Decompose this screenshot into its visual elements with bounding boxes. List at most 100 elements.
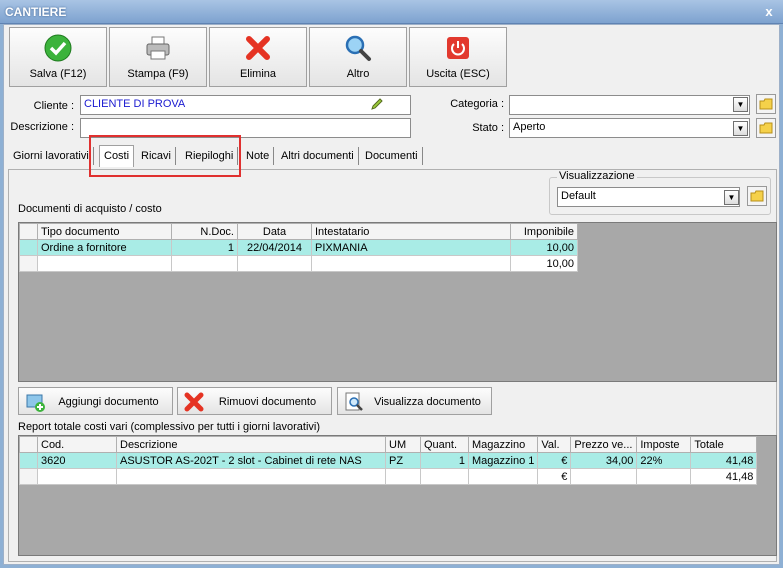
- add-document-button[interactable]: Aggiungi documento: [18, 387, 173, 415]
- total-empty-cell: [237, 255, 312, 272]
- exit-button[interactable]: Uscita (ESC): [409, 27, 507, 87]
- total-empty-cell: [37, 468, 117, 485]
- col-tipo-documento[interactable]: Tipo documento: [37, 223, 172, 240]
- visualizzazione-folder-icon[interactable]: [747, 186, 767, 206]
- categoria-dropdown-icon[interactable]: ▼: [733, 97, 748, 112]
- cell-quant[interactable]: 1: [420, 452, 469, 469]
- visualizzazione-select[interactable]: Default: [557, 187, 740, 207]
- col-prezzo-vendita[interactable]: Prezzo ve...: [570, 436, 638, 453]
- total-empty-cell: [420, 468, 469, 485]
- remove-icon: [184, 392, 204, 412]
- report-table: Cod. Descrizione UM Quant. Magazzino Val…: [19, 436, 758, 485]
- col-descrizione[interactable]: Descrizione: [116, 436, 386, 453]
- report-section-label: Report totale costi vari (complessivo pe…: [18, 421, 321, 433]
- stato-dropdown-icon[interactable]: ▼: [733, 121, 748, 136]
- col-data[interactable]: Data: [237, 223, 312, 240]
- row-indicator: [19, 468, 38, 485]
- delete-button[interactable]: Elimina: [209, 27, 307, 87]
- close-icon[interactable]: x: [761, 4, 777, 20]
- cell-imponibile[interactable]: 10,00: [510, 239, 578, 256]
- col-intestatario[interactable]: Intestatario: [311, 223, 511, 240]
- col-magazzino[interactable]: Magazzino: [467, 436, 539, 453]
- row-indicator: [19, 239, 38, 256]
- print-label: Stampa (F9): [127, 68, 189, 80]
- delete-icon: [246, 36, 270, 60]
- documents-table: Tipo documento N.Doc. Data Intestatario …: [19, 223, 578, 272]
- more-label: Altro: [346, 68, 370, 80]
- view-document-button[interactable]: Visualizza documento: [337, 387, 492, 415]
- main-window: Salva (F12) Stampa (F9) Elimina Altro Us…: [3, 24, 780, 565]
- tab-giorni-lavorativi[interactable]: Giorni lavorativi: [9, 147, 94, 165]
- descrizione-label: Descrizione :: [10, 121, 74, 133]
- more-button[interactable]: Altro: [309, 27, 407, 87]
- stato-value: Aperto: [513, 121, 546, 133]
- row-indicator: [19, 452, 38, 469]
- cell-tipo-documento[interactable]: Ordine a fornitore: [37, 239, 172, 256]
- total-empty-cell: [385, 468, 421, 485]
- total-empty-cell: [116, 468, 386, 485]
- stato-folder-icon[interactable]: [756, 118, 776, 138]
- col-quant[interactable]: Quant.: [420, 436, 469, 453]
- cell-totale[interactable]: 41,48: [690, 452, 758, 469]
- tab-note[interactable]: Note: [242, 147, 275, 165]
- cell-val[interactable]: €: [537, 452, 572, 469]
- tab-documenti[interactable]: Documenti: [361, 147, 423, 165]
- cell-intestatario[interactable]: PIXMANIA: [311, 239, 511, 256]
- total-empty-cell: [467, 468, 539, 485]
- view-document-label: Visualizza documento: [374, 396, 481, 408]
- print-button[interactable]: Stampa (F9): [109, 27, 207, 87]
- col-cod[interactable]: Cod.: [37, 436, 117, 453]
- categoria-folder-icon[interactable]: [756, 94, 776, 114]
- row-indicator: [19, 255, 38, 272]
- stato-label: Stato :: [472, 122, 504, 134]
- cell-um[interactable]: PZ: [385, 452, 421, 469]
- exit-label: Uscita (ESC): [426, 68, 490, 80]
- row-indicator: [19, 436, 38, 453]
- stato-select[interactable]: Aperto: [509, 118, 750, 138]
- col-imposte[interactable]: Imposte: [636, 436, 692, 453]
- power-icon: [447, 37, 469, 59]
- cell-prezzo-vendita[interactable]: 34,00: [570, 452, 638, 469]
- cell-descrizione[interactable]: ASUSTOR AS-202T - 2 slot - Cabinet di re…: [116, 452, 386, 469]
- visualizzazione-label: Visualizzazione: [557, 170, 637, 182]
- documents-total: 10,00: [510, 255, 578, 272]
- report-total-currency: €: [537, 468, 572, 485]
- remove-document-button[interactable]: Rimuovi documento: [177, 387, 332, 415]
- cell-imposte[interactable]: 22%: [636, 452, 692, 469]
- documents-section-label: Documenti di acquisto / costo: [18, 203, 162, 215]
- total-empty-cell: [636, 468, 692, 485]
- pencil-icon[interactable]: [370, 97, 384, 111]
- search-icon: [345, 35, 371, 61]
- window-title: CANTIERE: [5, 5, 67, 19]
- cliente-value: CLIENTE DI PROVA: [84, 98, 186, 110]
- report-grid: Cod. Descrizione UM Quant. Magazzino Val…: [18, 435, 777, 556]
- col-val[interactable]: Val.: [537, 436, 572, 453]
- total-empty-cell: [171, 255, 238, 272]
- tab-altri-documenti[interactable]: Altri documenti: [277, 147, 359, 165]
- report-total: 41,48: [690, 468, 758, 485]
- visualizzazione-dropdown-icon[interactable]: ▼: [724, 190, 739, 205]
- documents-header-row: Tipo documento N.Doc. Data Intestatario …: [19, 223, 578, 240]
- documents-total-row: 10,00: [19, 255, 578, 272]
- total-empty-cell: [570, 468, 638, 485]
- cell-data[interactable]: 22/04/2014: [237, 239, 312, 256]
- visualizzazione-value: Default: [561, 190, 596, 202]
- documents-grid: Tipo documento N.Doc. Data Intestatario …: [18, 222, 777, 382]
- remove-document-label: Rimuovi documento: [218, 396, 317, 408]
- col-totale[interactable]: Totale: [690, 436, 758, 453]
- cell-cod[interactable]: 3620: [37, 452, 117, 469]
- printer-icon: [146, 36, 170, 60]
- cell-magazzino[interactable]: Magazzino 1: [467, 452, 539, 469]
- table-row[interactable]: Ordine a fornitore 1 22/04/2014 PIXMANIA…: [19, 239, 578, 256]
- view-document-icon: [345, 392, 363, 411]
- col-imponibile[interactable]: Imponibile: [510, 223, 578, 240]
- col-um[interactable]: UM: [385, 436, 421, 453]
- cliente-field[interactable]: CLIENTE DI PROVA: [80, 95, 411, 115]
- categoria-select[interactable]: [509, 95, 750, 115]
- col-n-doc[interactable]: N.Doc.: [171, 223, 238, 240]
- cell-n-doc[interactable]: 1: [171, 239, 238, 256]
- table-row[interactable]: 3620 ASUSTOR AS-202T - 2 slot - Cabinet …: [19, 452, 758, 469]
- row-indicator: [19, 223, 38, 240]
- add-document-label: Aggiungi documento: [58, 396, 159, 408]
- save-button[interactable]: Salva (F12): [9, 27, 107, 87]
